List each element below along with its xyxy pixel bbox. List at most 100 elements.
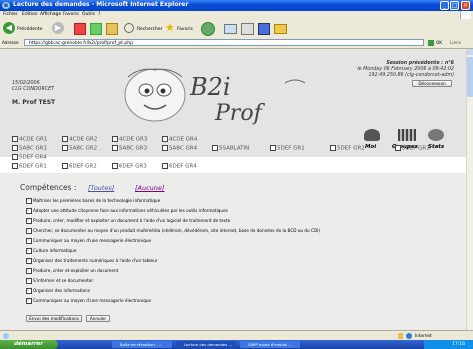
back-button-label[interactable]: Précédente	[17, 27, 42, 32]
start-button[interactable]: démarrer	[0, 340, 58, 349]
competence-item[interactable]: Organiser des traitements numériques à l…	[26, 257, 158, 264]
title-bar: e Lecture des demandes - Microsoft Inter…	[0, 0, 473, 11]
edit-icon[interactable]	[258, 23, 270, 35]
groupes-icon[interactable]	[398, 129, 416, 141]
scroll-thumb[interactable]	[467, 57, 473, 97]
select-all-link[interactable]: [Toutes]	[88, 184, 114, 192]
history-icon[interactable]	[201, 22, 215, 36]
go-button[interactable]: OK	[436, 40, 442, 45]
group-checkbox[interactable]: 5ABC GR2	[62, 145, 97, 152]
zone-label: Internet	[415, 333, 432, 338]
menu-fichier[interactable]: Fichier	[3, 12, 18, 17]
favorites-icon[interactable]: ★	[165, 21, 175, 34]
internet-zone-icon	[406, 333, 412, 339]
competence-item[interactable]: Chercher, se documenter au moyen d'un pr…	[26, 227, 320, 234]
group-checkbox[interactable]: 5ABC GR3	[112, 145, 147, 152]
toolbar: ◀ Précédente ▶ Rechercher ★ Favoris	[0, 19, 473, 39]
group-checkbox[interactable]: 5SABLATIN	[212, 145, 249, 152]
competence-item[interactable]: Culture informatique	[26, 247, 76, 254]
go-arrow-icon[interactable]	[428, 40, 434, 46]
windows-logo-icon	[460, 11, 471, 19]
window-title: Lecture des demandes - Microsoft Interne…	[13, 1, 189, 8]
session-previous: Session précédente : n°6	[386, 61, 454, 66]
address-input[interactable]: https://gbb.ac-grenoble.fr/b2i/prof/prof…	[24, 39, 424, 46]
group-checkbox[interactable]: 5ABC GR4	[162, 145, 197, 152]
competence-item[interactable]: Organiser des informations	[26, 287, 90, 294]
refresh-icon[interactable]	[90, 23, 102, 35]
competence-item[interactable]: Communiquer au moyen d'une messagerie él…	[26, 237, 151, 244]
cancel-button[interactable]: Annuler	[86, 315, 110, 322]
group-checkbox[interactable]: 5DEF GR3	[395, 145, 430, 152]
competences-title: Compétences :	[20, 183, 77, 192]
group-checkbox[interactable]: 6DEF GR4	[162, 163, 197, 170]
mail-icon[interactable]	[224, 24, 237, 34]
logo-b2i: B2i	[190, 73, 231, 101]
stats-icon[interactable]	[428, 129, 444, 141]
search-button-label[interactable]: Rechercher	[137, 27, 162, 32]
competences-panel: Compétences : [Toutes] [Aucune] Maîtrise…	[0, 173, 466, 340]
taskbar: démarrer Boîte de réception - ... Lectur…	[0, 340, 473, 349]
decorative-swash-icon	[285, 79, 305, 84]
menu-affichage[interactable]: Affichage	[40, 12, 61, 17]
print-icon[interactable]	[241, 23, 254, 35]
moi-icon[interactable]	[364, 129, 380, 141]
header-school: CLG CONDORCET	[12, 87, 55, 92]
menu-outils[interactable]: Outils	[82, 12, 95, 17]
system-tray	[424, 340, 473, 349]
group-checkbox[interactable]: 5DEF GR1	[270, 145, 305, 152]
forward-icon[interactable]: ▶	[52, 22, 64, 34]
session-date: le Monday 06 February 2006 à 09:42:02	[357, 67, 454, 72]
page-done-icon	[3, 333, 9, 339]
mascot-image	[120, 65, 190, 125]
home-icon[interactable]	[106, 23, 118, 35]
vertical-scrollbar[interactable]	[466, 49, 473, 340]
select-none-link[interactable]: [Aucune]	[135, 184, 164, 192]
lock-icon	[398, 333, 403, 339]
group-checkbox[interactable]: 4CDE GR2	[62, 136, 97, 143]
competence-item[interactable]: Communiquer au moyen d'une messagerie él…	[26, 297, 151, 304]
page-content: 15/02/2006 CLG CONDORCET M. Prof TEST B2…	[0, 49, 466, 340]
group-checkbox[interactable]: 5DEF GR4	[12, 154, 47, 161]
folder-icon[interactable]	[274, 24, 287, 34]
competence-item[interactable]: S'informer et se documenter	[26, 277, 93, 284]
menu-favoris[interactable]: Favoris	[63, 12, 79, 17]
links-label[interactable]: Liens	[450, 40, 461, 45]
search-icon[interactable]	[124, 23, 134, 33]
back-icon[interactable]: ◀	[3, 22, 15, 34]
group-checkbox[interactable]: 6DEF GR3	[112, 163, 147, 170]
nav-stats[interactable]: Stats	[428, 144, 444, 150]
group-checkbox[interactable]: 4CDE GR3	[112, 136, 147, 143]
task-gimp[interactable]: GIMP mode d'emploi ...	[240, 341, 300, 348]
scroll-up-icon[interactable]	[467, 49, 473, 55]
group-checkbox[interactable]: 4CDE GR1	[12, 136, 47, 143]
clock: 17:16	[452, 342, 465, 347]
logo-prof: Prof	[215, 101, 262, 126]
page-header: 15/02/2006 CLG CONDORCET M. Prof TEST B2…	[0, 49, 466, 157]
minimize-button[interactable]: _	[440, 1, 449, 10]
close-button[interactable]: ×	[461, 1, 470, 10]
competence-item[interactable]: Adopter une attitude citoyenne face aux …	[26, 207, 228, 214]
menu-help[interactable]: ?	[98, 12, 100, 17]
maximize-button[interactable]: □	[450, 1, 459, 10]
nav-moi[interactable]: Moi	[365, 144, 376, 150]
group-checkbox[interactable]: 4CDE GR4	[162, 136, 197, 143]
task-inbox[interactable]: Boîte de réception - ...	[112, 341, 172, 348]
header-user: M. Prof TEST	[12, 99, 56, 106]
competence-item[interactable]: Produire, créer, modifier et exploiter u…	[26, 217, 230, 224]
ie-icon: e	[2, 2, 10, 9]
group-checkbox[interactable]: 6DEF GR2	[62, 163, 97, 170]
group-checkbox[interactable]: 6DEF GR1	[12, 163, 47, 170]
menu-bar: Fichier Edition Affichage Favoris Outils…	[0, 11, 473, 19]
task-ie[interactable]: Lecture des demandes ...	[176, 341, 236, 348]
group-checkbox[interactable]: 5ABC GR1	[12, 145, 47, 152]
favorites-button-label[interactable]: Favoris	[177, 27, 193, 32]
competence-item[interactable]: Maîtriser les premières bases de la tech…	[26, 197, 160, 204]
address-bar: Adresse https://gbb.ac-grenoble.fr/b2i/p…	[0, 38, 473, 49]
address-label: Adresse	[2, 40, 19, 45]
submit-button[interactable]: Envoi des modifications	[26, 315, 82, 322]
stop-icon[interactable]	[74, 23, 86, 35]
menu-edition[interactable]: Edition	[22, 12, 38, 17]
logout-button[interactable]: Déconnexion	[412, 80, 452, 87]
group-checkbox[interactable]: 5DEF GR2	[330, 145, 365, 152]
competence-item[interactable]: Produire, créer et exploiter un document	[26, 267, 118, 274]
